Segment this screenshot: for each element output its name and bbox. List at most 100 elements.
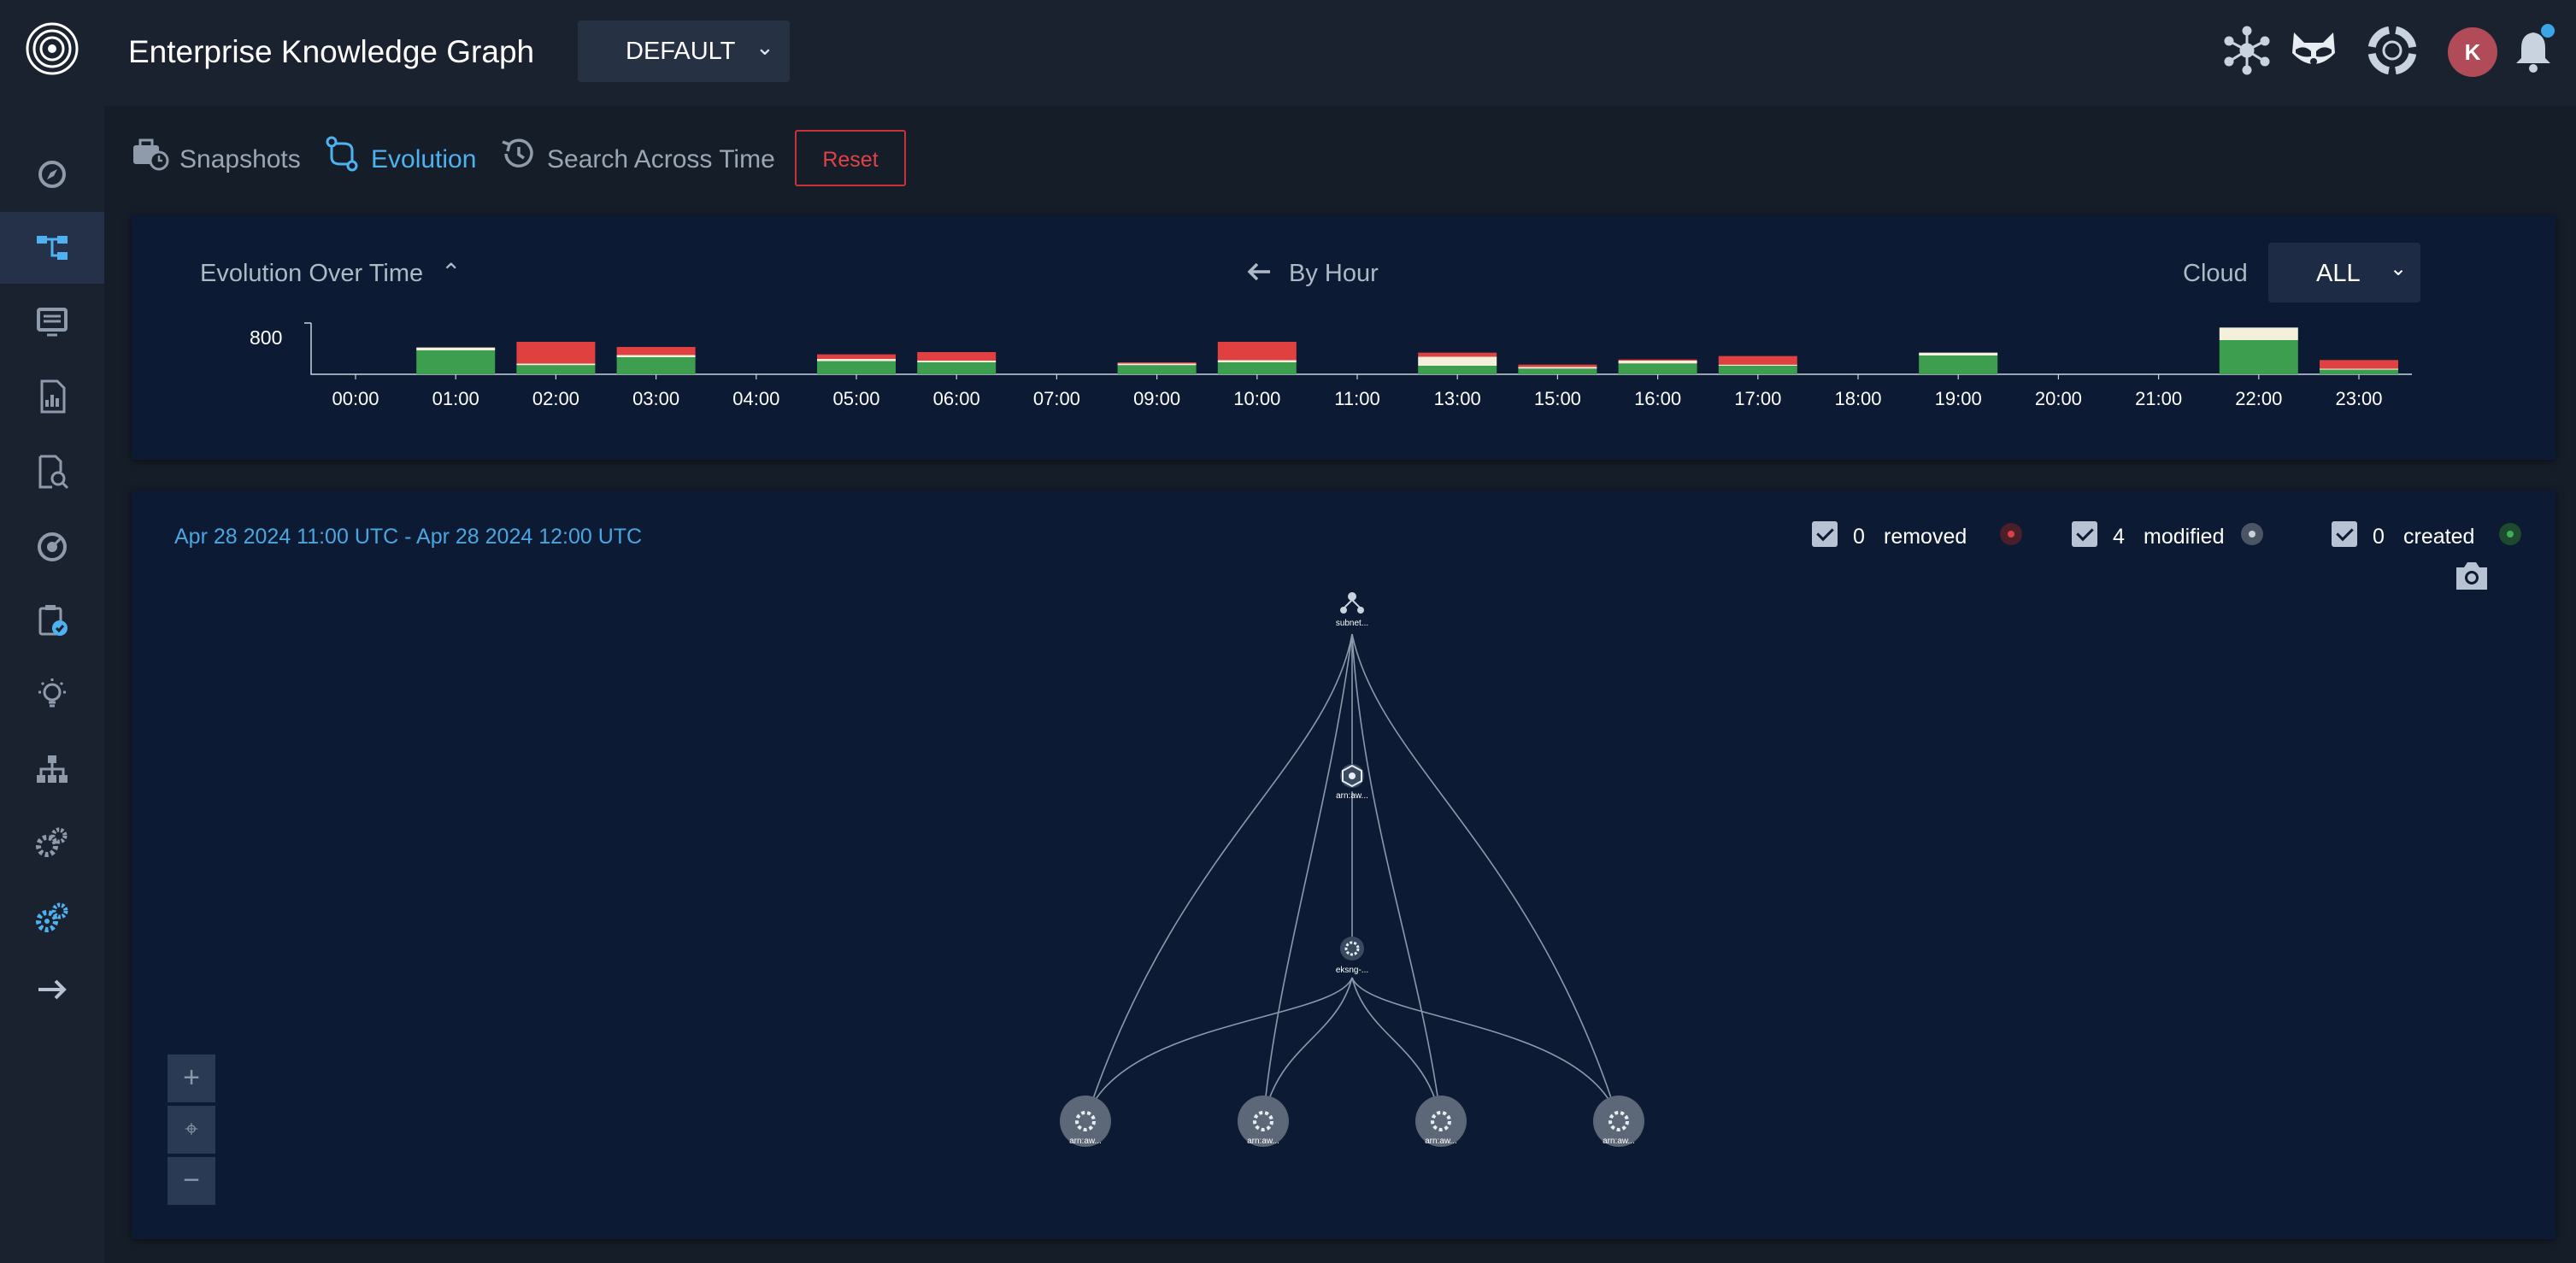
node-label-arn-4: arn:aw...: [1425, 1137, 1457, 1146]
evolution-bar-chart: 00:00 01:00 02:00 03:00 04:00 05:00 06:00 07:00…: [304, 322, 2412, 409]
document-search-icon: [38, 455, 69, 490]
settings-gears-icon: [36, 902, 68, 932]
bar-1700-s1[interactable]: [1718, 364, 1797, 366]
center-graph-button[interactable]: ⌖: [168, 1106, 215, 1154]
sidebar-item-monitor[interactable]: [0, 285, 104, 357]
bar-1600-s1[interactable]: [1618, 361, 1697, 364]
bar-1000-s1[interactable]: [1217, 360, 1297, 362]
graph-node-arn-1[interactable]: arn:aw...: [1336, 764, 1368, 801]
bar-0200-s1[interactable]: [516, 363, 596, 366]
graph-network-icon[interactable]: [2220, 24, 2273, 77]
bar-1300-s2[interactable]: [1418, 352, 1497, 357]
bar-0200-s2[interactable]: [516, 342, 596, 364]
sidebar-item-explore[interactable]: [0, 138, 104, 210]
graph-node-eksng[interactable]: eksng-...: [1336, 937, 1368, 975]
reset-button[interactable]: Reset: [795, 130, 906, 186]
sidebar-item-reports[interactable]: [0, 361, 104, 432]
top-bar: Enterprise Knowledge Graph DEFAULT ⌄ K: [0, 0, 2576, 106]
node-label-arn-1: arn:aw...: [1336, 791, 1368, 801]
bar-0900-s0[interactable]: [1117, 365, 1197, 374]
app-title: Enterprise Knowledge Graph: [128, 34, 535, 69]
graph-node-arn-5[interactable]: arn:aw...: [1593, 1096, 1644, 1147]
node-label-arn-3: arn:aw...: [1247, 1137, 1279, 1146]
bar-0600-s2[interactable]: [917, 352, 997, 361]
bar-1600-s2[interactable]: [1618, 359, 1697, 361]
graph-node-arn-4[interactable]: arn:aw...: [1415, 1096, 1467, 1147]
x-tick-label: 19:00: [1935, 388, 1982, 409]
bar-0100-s1[interactable]: [416, 347, 496, 350]
x-tick-label: 22:00: [2235, 388, 2282, 409]
environment-select[interactable]: DEFAULT ⌄: [578, 21, 790, 82]
sidebar-expand[interactable]: [0, 954, 104, 1025]
x-tick-label: 15:00: [1534, 388, 1581, 409]
clipboard-check-icon: [38, 605, 68, 636]
sidebar-item-compliance[interactable]: [0, 585, 104, 656]
bar-2200-s1[interactable]: [2219, 327, 2298, 340]
bar-1900-s1[interactable]: [1919, 352, 1998, 355]
bar-0300-s2[interactable]: [616, 347, 696, 355]
bar-1600-s0[interactable]: [1618, 363, 1697, 374]
bar-0200-s0[interactable]: [516, 365, 596, 374]
sidebar-item-insights[interactable]: [0, 658, 104, 730]
bar-1500-s1[interactable]: [1518, 367, 1597, 369]
raccoon-mascot-icon[interactable]: [2287, 24, 2340, 77]
bar-1300-s0[interactable]: [1418, 366, 1497, 374]
x-tick-label: 16:00: [1634, 388, 1681, 409]
bar-2200-s0[interactable]: [2219, 340, 2298, 374]
bar-2300-s2[interactable]: [2320, 360, 2398, 369]
graph-node-arn-2[interactable]: arn:aw...: [1060, 1096, 1111, 1147]
sidebar-item-settings[interactable]: [0, 882, 104, 954]
bar-0500-s1[interactable]: [817, 359, 896, 361]
bar-1300-s1[interactable]: [1418, 356, 1497, 366]
bar-0600-s0[interactable]: [917, 362, 997, 374]
node-label-subnet: subnet...: [1336, 619, 1368, 628]
bar-2300-s1[interactable]: [2320, 368, 2398, 370]
bar-1700-s0[interactable]: [1718, 366, 1797, 374]
bar-0600-s1[interactable]: [917, 361, 997, 362]
bar-0300-s1[interactable]: [616, 355, 696, 357]
bar-1000-s0[interactable]: [1217, 362, 1297, 374]
app-logo[interactable]: [24, 21, 80, 77]
radar-icon: [38, 532, 67, 561]
sidebar-item-hierarchy[interactable]: [0, 733, 104, 805]
bar-0300-s0[interactable]: [616, 357, 696, 374]
bar-1700-s2[interactable]: [1718, 355, 1797, 365]
x-tick-label: 11:00: [1334, 388, 1379, 409]
x-tick-label: 09:00: [1133, 388, 1180, 409]
relationship-graph[interactable]: subnet... arn:aw... eksng-... arn:aw... …: [132, 491, 2555, 1239]
sidebar-item-radar[interactable]: [0, 511, 104, 583]
tab-snapshots-label: Snapshots: [179, 145, 301, 173]
x-tick-label: 02:00: [532, 388, 579, 409]
sidebar-item-graph[interactable]: [0, 212, 104, 284]
bar-0900-s1[interactable]: [1117, 363, 1197, 366]
bar-0500-s2[interactable]: [817, 354, 896, 359]
graph-node-subnet[interactable]: subnet...: [1336, 592, 1368, 628]
tab-evolution-label: Evolution: [371, 145, 477, 173]
lifebuoy-help-icon[interactable]: [2366, 24, 2419, 77]
graph-panel: Apr 28 2024 11:00 UTC - Apr 28 2024 12:0…: [132, 491, 2555, 1239]
bar-1500-s0[interactable]: [1518, 368, 1597, 374]
bar-0100-s0[interactable]: [416, 350, 496, 374]
node-label-eksng: eksng-...: [1336, 966, 1368, 975]
graph-node-arn-3[interactable]: arn:aw...: [1238, 1096, 1289, 1147]
zoom-in-button[interactable]: +: [168, 1054, 215, 1102]
bar-2300-s0[interactable]: [2320, 369, 2398, 374]
notification-dot: [2541, 24, 2555, 38]
bar-1900-s0[interactable]: [1919, 355, 1998, 374]
bar-1500-s2[interactable]: [1518, 364, 1597, 367]
bar-0900-s2[interactable]: [1117, 362, 1197, 364]
x-tick-label: 07:00: [1033, 388, 1080, 409]
compass-icon: [38, 161, 66, 188]
zoom-out-button[interactable]: −: [168, 1157, 215, 1205]
sidebar-item-doc-search[interactable]: [0, 436, 104, 508]
bar-1000-s2[interactable]: [1217, 342, 1297, 361]
evolution-timeline-panel: Evolution Over Time ⌃ By Hour Cloud ALL …: [132, 215, 2555, 460]
environment-value: DEFAULT: [626, 38, 736, 65]
x-tick-label: 05:00: [832, 388, 879, 409]
node-label-arn-2: arn:aw...: [1069, 1137, 1102, 1146]
bar-0500-s0[interactable]: [817, 361, 896, 374]
sidebar-item-automation[interactable]: [0, 807, 104, 878]
user-avatar[interactable]: K: [2448, 27, 2497, 77]
x-tick-label: 20:00: [2035, 388, 2082, 409]
gears-icon: [36, 827, 68, 857]
